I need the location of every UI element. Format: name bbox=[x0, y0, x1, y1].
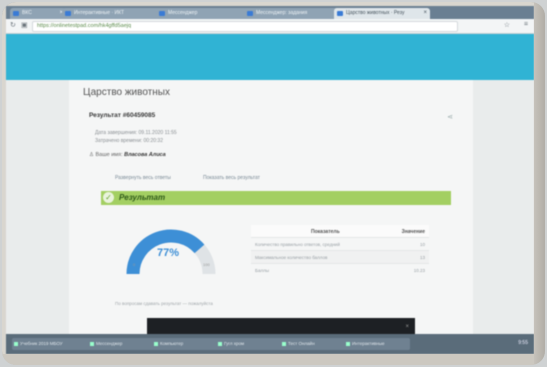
name-value: Власова Алиса bbox=[124, 152, 166, 158]
address-bar: ↻ ▣ https://onlinetestpad.com/hk4gffd5ae… bbox=[6, 19, 534, 34]
table-row: Максимальное количество баллов 13 bbox=[251, 250, 429, 263]
user-icon: ♙ bbox=[89, 152, 94, 158]
app-icon bbox=[282, 342, 286, 346]
show-result-link[interactable]: Показать весь результат bbox=[203, 175, 260, 181]
table-row: Баллы 10.23 bbox=[251, 263, 429, 276]
tab-label: ВКС bbox=[22, 10, 32, 16]
result-header-bar: ✓ Результат bbox=[101, 191, 451, 205]
close-icon[interactable]: × bbox=[405, 324, 409, 330]
taskbar-item[interactable]: Компьютер bbox=[152, 338, 218, 350]
menu-icon[interactable]: ≡ bbox=[524, 21, 528, 28]
expand-answers-link[interactable]: Развернуть весь ответы bbox=[115, 175, 171, 181]
stats-table: Показатель Значение Количество правильно… bbox=[251, 225, 429, 276]
taskbar-item[interactable]: Тест Онлайн bbox=[280, 338, 346, 350]
check-icon: ✓ bbox=[103, 192, 114, 203]
browser-tab[interactable]: Мессенджер× bbox=[156, 8, 250, 19]
table-row: Количество правильно ответов, средний 10 bbox=[251, 237, 429, 250]
name-label: Ваше имя: bbox=[95, 152, 123, 158]
gauge-value: 77% bbox=[157, 247, 180, 259]
row-metric: Баллы bbox=[255, 268, 269, 273]
star-icon[interactable]: ☆ bbox=[504, 21, 510, 29]
share-icon[interactable]: ⋖ bbox=[447, 113, 453, 121]
tab-favicon-icon bbox=[65, 11, 71, 16]
photo-frame: ВКС× Интерактивные · ИКТ× Мессенджер× Ме… bbox=[2, 2, 545, 365]
browser-tab-active[interactable]: Царство животных · Резу × bbox=[334, 8, 430, 19]
monitor-screen: ВКС× Интерактивные · ИКТ× Мессенджер× Ме… bbox=[6, 6, 534, 354]
monitor-bezel-bottom bbox=[2, 354, 545, 365]
row-value: 13 bbox=[419, 255, 425, 260]
result-id: Результат #60459085 bbox=[89, 112, 156, 119]
tab-favicon-icon bbox=[159, 11, 165, 16]
name-line: ♙ Ваше имя: Власова Алиса bbox=[89, 152, 166, 158]
tab-label: Интерактивные · ИКТ bbox=[74, 10, 125, 16]
os-taskbar: Учебник 2019 МБОУ Мессенджер Компьютер Г… bbox=[6, 334, 534, 354]
url-field[interactable]: https://onlinetestpad.com/hk4gffd5aejq bbox=[32, 21, 458, 32]
tab-favicon-icon bbox=[13, 11, 19, 16]
taskbar-item-label: Тест Онлайн bbox=[288, 341, 315, 346]
tray-clock: 9:55 bbox=[518, 340, 528, 346]
taskbar-item-label: Гугл хром bbox=[224, 341, 245, 346]
taskbar-item[interactable]: Интерактивные bbox=[344, 338, 410, 350]
app-icon bbox=[218, 342, 222, 346]
browser-tab[interactable]: ВКС× bbox=[10, 8, 66, 19]
browser-tab[interactable]: Интерактивные · ИКТ× bbox=[62, 8, 162, 19]
result-panel: Царство животных Результат #60459085 ⋖ Д… bbox=[69, 80, 473, 354]
taskbar-item-label: Учебник 2019 МБОУ bbox=[20, 341, 63, 346]
site-header bbox=[6, 34, 534, 80]
result-label: Результат bbox=[119, 193, 166, 202]
row-metric: Максимальное количество баллов bbox=[255, 255, 328, 260]
gauge-min: 0 bbox=[133, 262, 136, 267]
row-value: 10 bbox=[419, 242, 425, 247]
tab-label: Мессенджер bbox=[168, 10, 198, 16]
page-title: Царство животных bbox=[83, 87, 170, 98]
taskbar-item[interactable]: Мессенджер bbox=[88, 338, 154, 350]
monitor-bezel-side bbox=[534, 2, 545, 365]
tab-label: Мессенджер: задания bbox=[256, 10, 308, 16]
taskbar-item-label: Мессенджер bbox=[96, 341, 123, 346]
browser-tab[interactable]: Мессенджер: задания× bbox=[244, 8, 342, 19]
table-header: Показатель Значение bbox=[251, 225, 429, 237]
taskbar-item-label: Интерактивные bbox=[352, 341, 385, 346]
app-icon bbox=[154, 342, 158, 346]
secure-lock-icon: ▣ bbox=[21, 22, 28, 29]
app-icon bbox=[90, 342, 94, 346]
taskbar-item[interactable]: Гугл хром bbox=[216, 338, 282, 350]
tab-label: Царство животных · Резу bbox=[346, 10, 405, 16]
taskbar-item-label: Компьютер bbox=[160, 341, 184, 346]
header-metric: Показатель bbox=[311, 229, 340, 235]
tab-favicon-icon bbox=[247, 11, 253, 16]
app-icon bbox=[14, 342, 18, 346]
browser-tab-bar: ВКС× Интерактивные · ИКТ× Мессенджер× Ме… bbox=[6, 6, 534, 19]
footer-note: По вопросам сдавать результат — пожалуйс… bbox=[115, 301, 213, 306]
tab-favicon-icon bbox=[337, 11, 343, 16]
close-icon[interactable]: × bbox=[423, 8, 427, 19]
score-gauge: 77% 0 100 bbox=[121, 222, 221, 282]
row-value: 10.23 bbox=[413, 268, 425, 273]
app-icon bbox=[346, 342, 350, 346]
completion-date: Дата завершения: 09.11.2020 11:55 bbox=[95, 130, 177, 136]
taskbar-item[interactable]: Учебник 2019 МБОУ bbox=[12, 338, 90, 350]
reload-icon[interactable]: ↻ bbox=[10, 21, 16, 29]
elapsed-time: Затрачено времени: 00:20:32 bbox=[95, 138, 163, 144]
header-value: Значение bbox=[401, 229, 425, 235]
gauge-max: 100 bbox=[203, 262, 210, 267]
row-metric: Количество правильно ответов, средний bbox=[255, 242, 340, 247]
